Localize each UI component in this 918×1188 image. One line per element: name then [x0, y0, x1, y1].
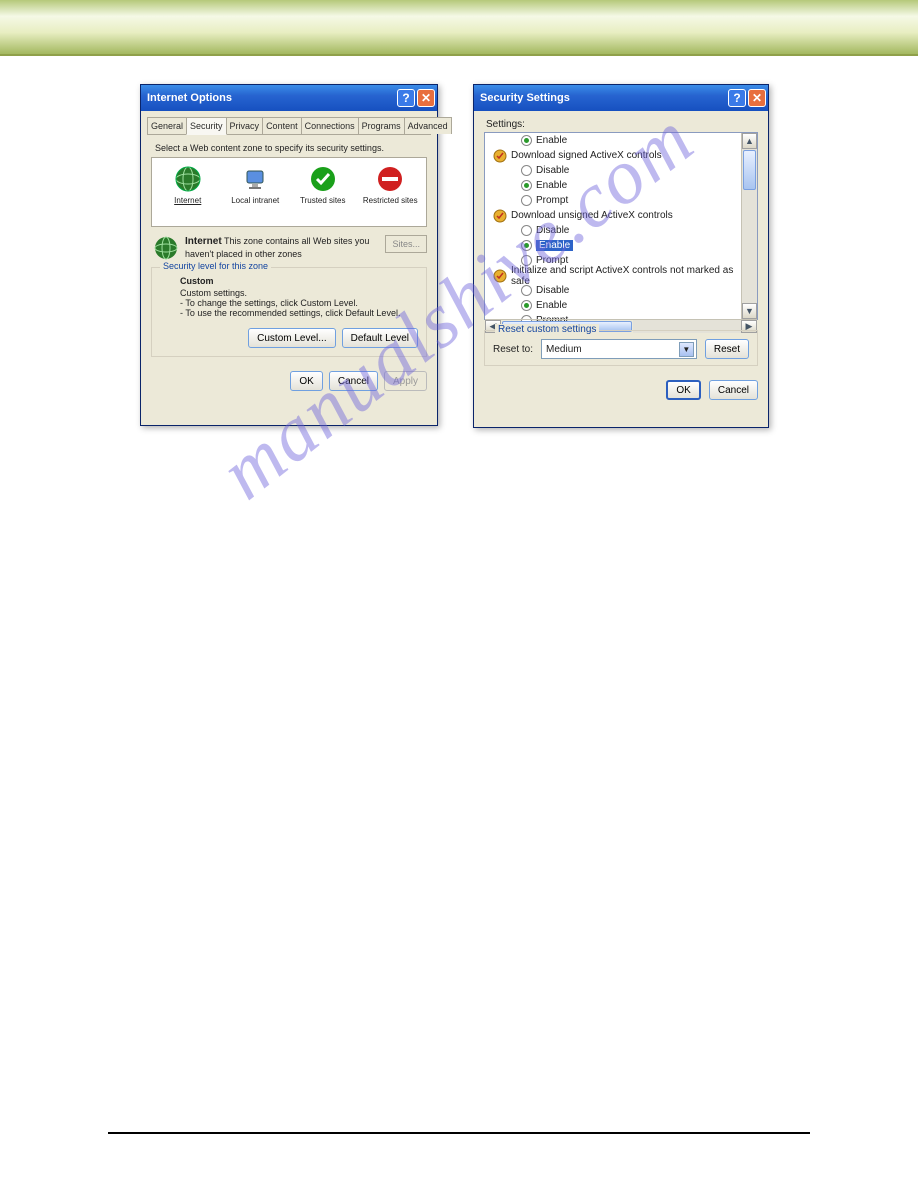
tree-label: Disable — [536, 285, 569, 296]
no-entry-icon — [357, 162, 425, 196]
custom-level-button[interactable]: Custom Level... — [248, 328, 335, 348]
activex-icon — [493, 209, 507, 223]
chevron-down-icon[interactable]: ▼ — [679, 342, 694, 357]
tree-label: Enable — [536, 180, 567, 191]
default-level-button[interactable]: Default Level — [342, 328, 418, 348]
tree-label: Initialize and script ActiveX controls n… — [511, 265, 741, 287]
reset-to-label: Reset to: — [493, 344, 533, 355]
radio-icon[interactable] — [521, 135, 532, 146]
settings-label: Settings: — [486, 119, 758, 130]
vertical-scrollbar[interactable]: ▲ ▼ — [741, 133, 757, 319]
activex-icon — [493, 269, 507, 283]
tree-category[interactable]: Download unsigned ActiveX controls — [493, 208, 741, 223]
zone-label: Restricted sites — [357, 196, 425, 205]
tree-category[interactable]: Initialize and script ActiveX controls n… — [493, 268, 741, 283]
tab-security[interactable]: Security — [186, 117, 227, 135]
internet-options-dialog: Internet Options ? ✕ General Security Pr… — [140, 84, 438, 426]
tree-radio-option[interactable]: Prompt — [521, 193, 741, 208]
zone-desc-title: Internet — [185, 236, 222, 247]
monitor-icon — [222, 162, 290, 196]
zone-label: Trusted sites — [289, 196, 357, 205]
apply-button[interactable]: Apply — [384, 371, 427, 391]
zone-list: Internet Local intranet Trusted sites — [151, 157, 427, 227]
tree-label: Disable — [536, 225, 569, 236]
footer-divider — [108, 1132, 810, 1134]
close-icon[interactable]: ✕ — [748, 89, 766, 107]
tree-label: Download unsigned ActiveX controls — [511, 210, 673, 221]
ok-button[interactable]: OK — [666, 380, 700, 400]
custom-title: Custom — [180, 276, 418, 286]
zone-trusted-sites[interactable]: Trusted sites — [289, 162, 357, 222]
page-header-banner — [0, 0, 918, 56]
internet-options-titlebar[interactable]: Internet Options ? ✕ — [141, 85, 437, 111]
radio-icon[interactable] — [521, 300, 532, 311]
tree-radio-option[interactable]: Enable — [521, 238, 741, 253]
radio-icon[interactable] — [521, 165, 532, 176]
tab-advanced[interactable]: Advanced — [404, 117, 452, 134]
tree-label: Enable — [536, 135, 567, 146]
cancel-button[interactable]: Cancel — [329, 371, 378, 391]
internet-options-tabs: General Security Privacy Content Connect… — [147, 117, 431, 135]
zone-label: Internet — [154, 196, 222, 205]
tree-label: Enable — [536, 240, 573, 251]
close-icon[interactable]: ✕ — [417, 89, 435, 107]
radio-icon[interactable] — [521, 180, 532, 191]
reset-to-value: Medium — [546, 344, 582, 355]
radio-icon[interactable] — [521, 240, 532, 251]
radio-icon[interactable] — [521, 195, 532, 206]
tree-radio-option[interactable]: Enable — [521, 178, 741, 193]
scroll-up-icon[interactable]: ▲ — [742, 133, 757, 149]
tab-programs[interactable]: Programs — [358, 117, 405, 134]
tree-label: Download signed ActiveX controls — [511, 150, 662, 161]
tree-label: Disable — [536, 165, 569, 176]
zone-label: Local intranet — [222, 196, 290, 205]
tree-label: Enable — [536, 300, 567, 311]
tab-content[interactable]: Content — [262, 117, 302, 134]
sites-button[interactable]: Sites... — [385, 235, 427, 253]
custom-line1: - To change the settings, click Custom L… — [180, 298, 418, 308]
scroll-thumb[interactable] — [743, 150, 756, 190]
settings-tree: Enable Download signed ActiveX controls Di… — [484, 132, 758, 320]
tree-radio-option[interactable]: Disable — [521, 223, 741, 238]
security-settings-titlebar[interactable]: Security Settings ? ✕ — [474, 85, 768, 111]
radio-icon[interactable] — [521, 285, 532, 296]
help-icon[interactable]: ? — [397, 89, 415, 107]
zone-local-intranet[interactable]: Local intranet — [222, 162, 290, 222]
tree-radio-option[interactable]: Enable — [521, 298, 741, 313]
activex-icon — [493, 149, 507, 163]
custom-subtitle: Custom settings. — [180, 288, 418, 298]
tree-radio-option[interactable]: Disable — [521, 163, 741, 178]
help-icon[interactable]: ? — [728, 89, 746, 107]
tab-general[interactable]: General — [147, 117, 187, 134]
zone-restricted-sites[interactable]: Restricted sites — [357, 162, 425, 222]
ok-button[interactable]: OK — [290, 371, 322, 391]
reset-to-select[interactable]: Medium ▼ — [541, 339, 697, 359]
tab-connections[interactable]: Connections — [301, 117, 359, 134]
cancel-button[interactable]: Cancel — [709, 380, 758, 400]
security-level-legend: Security level for this zone — [160, 261, 271, 271]
zone-instruction: Select a Web content zone to specify its… — [155, 143, 427, 153]
internet-options-title: Internet Options — [147, 92, 395, 104]
reset-legend: Reset custom settings — [495, 324, 599, 335]
tree-radio-option[interactable]: Enable — [521, 133, 741, 148]
tree-category[interactable]: Download signed ActiveX controls — [493, 148, 741, 163]
scroll-down-icon[interactable]: ▼ — [742, 303, 757, 319]
radio-icon[interactable] — [521, 225, 532, 236]
globe-icon — [153, 235, 179, 261]
tab-privacy[interactable]: Privacy — [226, 117, 264, 134]
reset-button[interactable]: Reset — [705, 339, 749, 359]
globe-icon — [154, 162, 222, 196]
zone-internet[interactable]: Internet — [154, 162, 222, 222]
tree-label: Prompt — [536, 195, 568, 206]
security-settings-title: Security Settings — [480, 92, 726, 104]
checkmark-icon — [289, 162, 357, 196]
security-settings-dialog: Security Settings ? ✕ Settings: Enable Do… — [473, 84, 769, 428]
custom-line2: - To use the recommended settings, click… — [180, 308, 418, 318]
